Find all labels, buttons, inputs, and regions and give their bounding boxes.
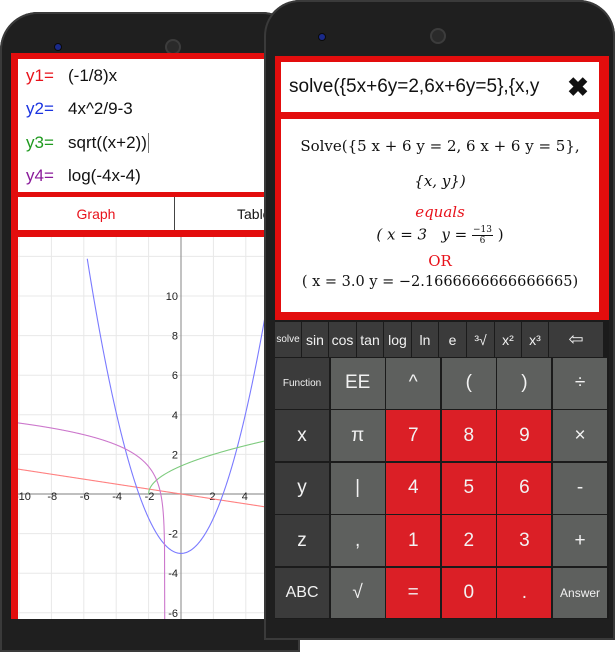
function-key[interactable]: solve [275, 322, 301, 357]
result-panel: Solve({5 x + 6 y = 2, 6 x + 6 y = 5}, {x… [281, 119, 599, 312]
equation-label: y3= [26, 132, 54, 152]
exact-y-label: y = [441, 225, 468, 244]
function-key[interactable]: cos [329, 322, 356, 357]
backspace-key[interactable]: ⇦ [549, 322, 603, 357]
result-line-2: {x, y}) [414, 172, 466, 190]
key-op[interactable]: | [330, 462, 385, 514]
y-tick-label: 10 [166, 291, 178, 303]
key-left[interactable]: z [275, 515, 330, 567]
clear-icon[interactable]: ✖ [565, 72, 591, 102]
function-key[interactable]: sin [302, 322, 328, 357]
curve-y4 [2, 420, 166, 649]
key-op[interactable]: ^ [386, 358, 441, 409]
key-op[interactable]: Answer [553, 567, 608, 619]
equation-input[interactable]: 4x^2/9-3 [68, 99, 133, 119]
key-op[interactable]: √ [330, 567, 385, 619]
keypad: solve sin cos tan log ln e ³√ x² x³ ⇦ Function EE ^(… [275, 320, 609, 619]
expression-input[interactable]: solve({5x+6y=2,6x+6y=5},{x,y [281, 76, 554, 98]
function-key[interactable]: ln [412, 322, 438, 357]
key-op[interactable]: . [497, 567, 552, 619]
digit-key[interactable]: 0 [441, 567, 496, 619]
digit-key[interactable]: 6 [497, 462, 552, 514]
function-key[interactable]: tan [357, 322, 383, 357]
right-screen: solve({5x+6y=2,6x+6y=5},{x,y ✖ Solve({5 … [275, 56, 609, 321]
fraction-numerator: −13 [472, 225, 493, 236]
fraction-denominator: 6 [479, 236, 486, 246]
key-left[interactable]: ABC [275, 567, 330, 619]
x-tick-label: -10 [18, 491, 31, 503]
front-camera-icon [319, 34, 325, 40]
left-screen: y1= (-1/8)x y2= 4x^2/9-3 y3= sqrt((x+2))… [2, 53, 279, 652]
graph-plot: -10-8-6-4-224108642-2-4-6-8 [2, 237, 279, 652]
equation-input[interactable]: (-1/8)x [68, 66, 117, 86]
x-tick-label: 2 [209, 491, 215, 503]
x-tick-label: -6 [80, 491, 90, 503]
equation-label: y4= [26, 166, 54, 186]
function-key[interactable]: ³√ [467, 322, 494, 357]
key-op[interactable]: × [553, 410, 608, 462]
equation-label: y1= [26, 65, 54, 85]
view-tabs: Graph Table [18, 197, 278, 230]
function-key[interactable]: x² [495, 322, 521, 357]
decimal-solution: ( x = 3.0 y = −2.1666666666666665) [301, 274, 579, 290]
curve-y3 [148, 437, 279, 495]
expression-input-box[interactable]: solve({5x+6y=2,6x+6y=5},{x,y ✖ [281, 62, 599, 112]
digit-key[interactable]: 9 [497, 410, 552, 462]
digit-key[interactable]: 3 [497, 515, 552, 567]
y-tick-label: 8 [172, 331, 178, 343]
digit-key[interactable]: 1 [386, 515, 441, 567]
y-tick-label: -4 [168, 568, 178, 580]
equation-input[interactable]: sqrt((x+2)) [68, 132, 149, 153]
tab-table[interactable]: Table [175, 197, 278, 230]
digit-key[interactable]: 8 [441, 410, 496, 462]
front-camera-icon [55, 44, 61, 50]
function-key[interactable]: log [384, 322, 411, 357]
digit-key[interactable]: 2 [441, 515, 496, 567]
key-op[interactable]: , [330, 515, 385, 567]
key-op[interactable]: π [330, 410, 385, 462]
equation-row-y4[interactable]: y4= log(-4x-4) [18, 160, 278, 194]
equation-input[interactable]: log(-4x-4) [68, 166, 141, 186]
graph-canvas[interactable]: -10-8-6-4-224108642-2-4-6-8 [2, 237, 279, 652]
y-tick-label: 2 [172, 449, 178, 461]
or-label: OR [428, 252, 452, 270]
x-tick-label: -2 [145, 491, 155, 503]
equation-row-y1[interactable]: y1= (-1/8)x [18, 59, 278, 93]
exact-x: ( x = 3 [376, 225, 428, 244]
x-tick-label: 4 [242, 491, 248, 503]
exact-close: ) [497, 225, 504, 244]
equation-row-y2[interactable]: y2= 4x^2/9-3 [18, 93, 278, 127]
equation-list: y1= (-1/8)x y2= 4x^2/9-3 y3= sqrt((x+2))… [18, 59, 278, 192]
key-op[interactable]: = [386, 567, 441, 619]
digit-key[interactable]: 4 [386, 462, 441, 514]
equation-row-y3[interactable]: y3= sqrt((x+2)) [18, 126, 278, 160]
key-left[interactable]: Function [275, 358, 330, 409]
key-op[interactable]: - [553, 462, 608, 514]
equals-label: equals [415, 203, 465, 221]
exact-y-fraction: −13 6 [472, 225, 493, 246]
result-line-1: Solve({5 x + 6 y = 2, 6 x + 6 y = 5}, [300, 137, 580, 155]
key-left[interactable]: x [275, 410, 330, 462]
exact-solution: ( x = 3 y = −13 6 ) [281, 225, 599, 246]
key-op[interactable]: ÷ [553, 358, 608, 409]
y-tick-label: 4 [172, 410, 178, 422]
key-op[interactable]: EE [330, 358, 385, 409]
key-left[interactable]: y [275, 462, 330, 514]
key-op[interactable]: + [553, 515, 608, 567]
y-tick-label: -6 [168, 608, 178, 619]
key-op[interactable]: ) [497, 358, 552, 409]
y-tick-label: -2 [168, 529, 178, 541]
key-op[interactable]: ( [441, 358, 496, 409]
x-tick-label: -8 [47, 491, 57, 503]
function-key[interactable]: x³ [522, 322, 548, 357]
y-tick-label: 6 [172, 370, 178, 382]
function-key[interactable]: e [439, 322, 466, 357]
tab-graph[interactable]: Graph [18, 197, 175, 230]
digit-key[interactable]: 7 [386, 410, 441, 462]
earpiece-icon [430, 28, 446, 44]
equation-label: y2= [26, 99, 54, 119]
digit-key[interactable]: 5 [441, 462, 496, 514]
x-tick-label: -4 [112, 491, 122, 503]
